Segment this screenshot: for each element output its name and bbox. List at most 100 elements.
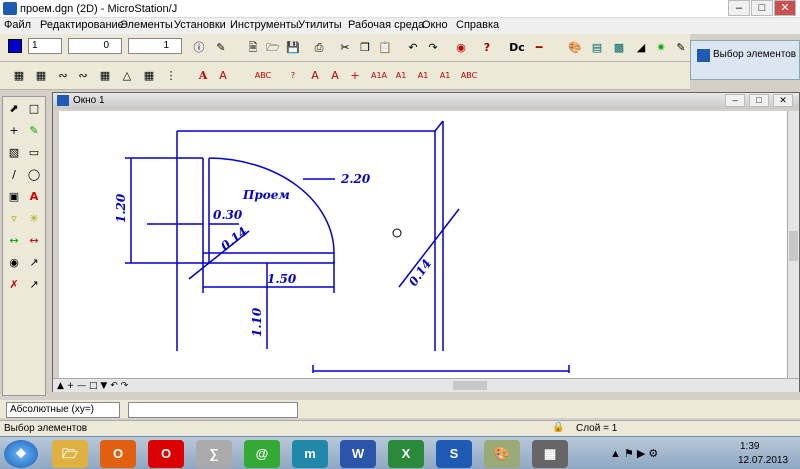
delete-icon[interactable]: ✗ xyxy=(5,275,23,295)
view-control-icons[interactable]: ▲ + — □ ▼ ↶ ↷ xyxy=(57,377,157,395)
coords-input[interactable] xyxy=(128,402,298,418)
maximize-button[interactable]: □ xyxy=(751,0,773,16)
copy-icon[interactable]: ↗ xyxy=(25,253,43,273)
tray-icons[interactable]: ▲ ⚑ ▶ ⚙ xyxy=(610,447,658,460)
copy-icon[interactable]: ❐ xyxy=(356,39,374,57)
excel-icon[interactable]: X xyxy=(388,440,424,468)
ruler-icon[interactable]: ━ xyxy=(530,39,548,57)
undo-icon[interactable]: ↶ xyxy=(404,39,422,57)
paste-icon[interactable]: 📋 xyxy=(376,39,394,57)
menu-elements[interactable]: Элементы xyxy=(120,19,173,31)
print-icon[interactable]: ⎙ xyxy=(310,39,328,57)
color-select[interactable]: 1 xyxy=(28,38,62,54)
display-icon[interactable]: ▩ xyxy=(610,39,628,57)
scroll-thumb[interactable] xyxy=(789,231,798,261)
menu-edit[interactable]: Редактирование xyxy=(40,19,124,31)
open-icon[interactable]: 🗁 xyxy=(264,39,282,57)
outlook-icon[interactable]: O xyxy=(100,440,136,468)
curve2-icon[interactable]: ∾ xyxy=(74,67,92,85)
view-close-button[interactable]: ✕ xyxy=(773,94,793,107)
drawing-canvas[interactable]: 2.20 1.20 0.30 0.14 Проем 1.50 1.10 0.14 xyxy=(59,111,787,379)
explorer-icon[interactable]: 🗁 xyxy=(52,440,88,468)
menu-settings[interactable]: Установки xyxy=(174,19,226,31)
cut-icon[interactable]: ✂ xyxy=(336,39,354,57)
opera-icon[interactable]: O xyxy=(148,440,184,468)
dimension2-icon[interactable]: ↔ xyxy=(25,231,43,251)
save-icon[interactable]: 💾 xyxy=(284,39,302,57)
menu-tools[interactable]: Инструменты xyxy=(230,19,299,31)
app-icon[interactable]: ▦ xyxy=(532,440,568,468)
view-icon[interactable]: ◢ xyxy=(632,39,650,57)
microstation-taskbar-icon[interactable]: S xyxy=(436,440,472,468)
text-a2-icon[interactable]: A1 xyxy=(414,67,432,85)
color-swatch[interactable] xyxy=(8,39,22,53)
move-icon[interactable]: ↗ xyxy=(25,275,43,295)
star-icon[interactable]: ✳ xyxy=(25,209,43,229)
line-weight-select[interactable]: 1 xyxy=(128,38,182,54)
menu-help[interactable]: Справка xyxy=(456,19,499,31)
curve-icon[interactable]: ∾ xyxy=(54,67,72,85)
view-horizontal-scrollbar[interactable]: ▲ + — □ ▼ ↶ ↷ xyxy=(53,378,799,392)
clock-date[interactable]: 12.07.2013 xyxy=(738,455,788,466)
redo-icon[interactable]: ↷ xyxy=(424,39,442,57)
measure-icon[interactable]: ▿ xyxy=(5,209,23,229)
coords-mode-select[interactable]: Абсолютные (xy=) xyxy=(6,402,120,418)
maxthon-icon[interactable]: m xyxy=(292,440,328,468)
menu-utilities[interactable]: Утилиты xyxy=(298,19,342,31)
view-vertical-scrollbar[interactable] xyxy=(787,111,799,379)
fence-icon[interactable]: □ xyxy=(25,99,43,119)
line-style-select[interactable]: 0 xyxy=(68,38,122,54)
text-edit-icon[interactable]: A xyxy=(306,67,324,85)
text-a3-icon[interactable]: A1 xyxy=(436,67,454,85)
help-icon[interactable]: ? xyxy=(478,39,496,57)
rectangle-icon[interactable]: ▭ xyxy=(25,143,43,163)
scroll-thumb[interactable] xyxy=(453,381,487,390)
spell-check-icon[interactable]: ABC xyxy=(254,67,272,85)
triangle-icon[interactable]: △ xyxy=(118,67,136,85)
menu-file[interactable]: Файл xyxy=(4,19,31,31)
windows-start-icon[interactable]: ❖ xyxy=(4,440,38,468)
clock-time[interactable]: 1:39 xyxy=(740,441,759,452)
lock-icon[interactable]: 🔒 xyxy=(552,422,564,433)
info-icon[interactable]: ⓘ xyxy=(190,39,208,57)
palette-icon[interactable]: 🎨 xyxy=(566,39,584,57)
tool-settings-window[interactable]: Выбор элементов xyxy=(690,40,800,80)
snap2-icon[interactable]: ▦ xyxy=(32,67,50,85)
snap-icon[interactable]: ▦ xyxy=(10,67,28,85)
level-icon[interactable]: ▤ xyxy=(588,39,606,57)
brush2-icon[interactable]: ✎ xyxy=(672,39,690,57)
tree-icon[interactable]: ✷ xyxy=(652,39,670,57)
snap3-icon[interactable]: ▦ xyxy=(96,67,114,85)
text-scale-icon[interactable]: A xyxy=(214,67,232,85)
cell-icon[interactable]: ▣ xyxy=(5,187,23,207)
view-maximize-button[interactable]: □ xyxy=(749,94,769,107)
word-icon[interactable]: W xyxy=(340,440,376,468)
calculator-icon[interactable]: ∑ xyxy=(196,440,232,468)
close-button[interactable]: ✕ xyxy=(774,0,796,16)
dimension-icon[interactable]: ↔ xyxy=(5,231,23,251)
menu-window[interactable]: Окно xyxy=(422,19,448,31)
minimize-button[interactable]: – xyxy=(728,0,750,16)
keyin-icon[interactable]: ◉ xyxy=(452,39,470,57)
text-plus-icon[interactable]: + xyxy=(346,67,364,85)
text-icon[interactable]: A xyxy=(25,187,43,207)
hatch-icon[interactable]: ▧ xyxy=(5,143,23,163)
mail-icon[interactable]: @ xyxy=(244,440,280,468)
text-a1-icon[interactable]: A1 xyxy=(392,67,410,85)
text-edit2-icon[interactable]: A xyxy=(326,67,344,85)
brush-icon[interactable]: ✎ xyxy=(25,121,43,141)
new-icon[interactable]: 🗎 xyxy=(244,39,262,57)
dots-icon[interactable]: ⋮ xyxy=(162,67,180,85)
line-icon[interactable]: ∕ xyxy=(5,165,23,185)
view-minimize-button[interactable]: – xyxy=(725,94,745,107)
brush-icon[interactable]: ✎ xyxy=(212,39,230,57)
circle-icon[interactable]: ◯ xyxy=(25,165,43,185)
point-icon[interactable]: + xyxy=(5,121,23,141)
dimension-text-icon[interactable]: Dc xyxy=(508,39,526,57)
text-grid-icon[interactable]: ABC xyxy=(460,67,478,85)
attribute-icon[interactable]: ◉ xyxy=(5,253,23,273)
text-icon[interactable]: A xyxy=(194,67,212,85)
menu-workspace[interactable]: Рабочая среда xyxy=(348,19,424,31)
text-ab-icon[interactable]: A1A xyxy=(370,67,388,85)
text-query-icon[interactable]: ? xyxy=(284,67,302,85)
